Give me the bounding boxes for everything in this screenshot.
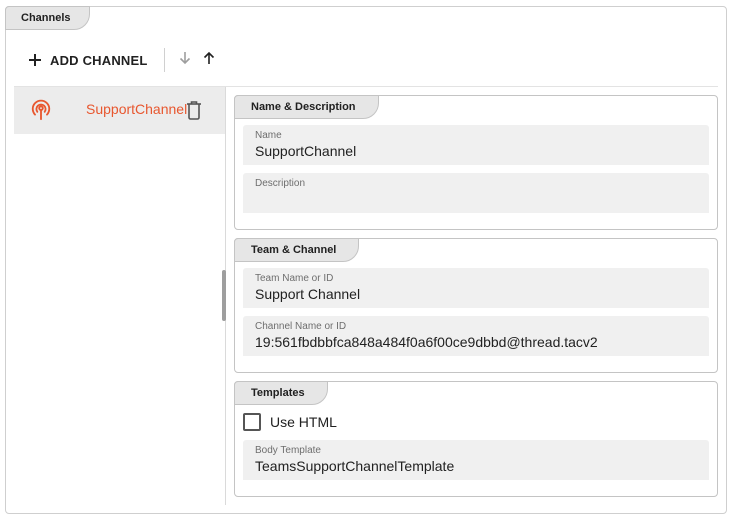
description-field[interactable]: Description <box>243 173 709 213</box>
templates-title: Templates <box>234 381 328 405</box>
move-up-button[interactable] <box>197 42 221 78</box>
use-html-checkbox[interactable] <box>243 413 261 431</box>
resize-handle[interactable] <box>222 270 226 321</box>
channel-name: SupportChannel <box>86 101 188 117</box>
body-template-field[interactable]: Body Template TeamsSupportChannelTemplat… <box>243 440 709 480</box>
channel-label: Channel Name or ID <box>255 321 347 332</box>
name-field[interactable]: Name SupportChannel <box>243 125 709 165</box>
body-template-value: TeamsSupportChannelTemplate <box>255 458 455 474</box>
channel-list-item[interactable]: SupportChannel <box>14 87 225 134</box>
move-down-button[interactable] <box>173 42 197 78</box>
trash-icon[interactable] <box>186 100 202 125</box>
toolbar-divider <box>163 48 165 72</box>
team-value: Support Channel <box>255 286 361 302</box>
broadcast-icon <box>30 99 52 126</box>
team-channel-title: Team & Channel <box>234 238 360 262</box>
use-html-row[interactable]: Use HTML <box>243 412 337 432</box>
panel-title: Channels <box>5 6 90 30</box>
name-value: SupportChannel <box>255 143 357 159</box>
channel-value: 19:561fbdbbfca848a484f0a6f00ce9dbbd@thre… <box>255 334 598 350</box>
add-channel-label: ADD CHANNEL <box>50 52 148 68</box>
description-label: Description <box>255 178 306 189</box>
use-html-label: Use HTML <box>270 414 337 430</box>
team-channel-section: Team & Channel Team Name or ID Support C… <box>234 238 718 373</box>
body-template-label: Body Template <box>255 445 321 456</box>
channels-toolbar: ADD CHANNEL <box>24 42 221 78</box>
name-description-section: Name & Description Name SupportChannel D… <box>234 95 718 230</box>
name-description-title: Name & Description <box>234 95 379 119</box>
templates-section: Templates Use HTML Body Template TeamsSu… <box>234 381 718 497</box>
team-label: Team Name or ID <box>255 273 334 284</box>
channel-list: SupportChannel <box>14 87 225 505</box>
name-label: Name <box>255 130 282 141</box>
arrow-down-icon <box>178 51 192 70</box>
add-channel-button[interactable]: ADD CHANNEL <box>24 42 154 78</box>
channel-field[interactable]: Channel Name or ID 19:561fbdbbfca848a484… <box>243 316 709 356</box>
team-field[interactable]: Team Name or ID Support Channel <box>243 268 709 308</box>
plus-icon <box>28 49 42 71</box>
arrow-up-icon <box>202 51 216 70</box>
